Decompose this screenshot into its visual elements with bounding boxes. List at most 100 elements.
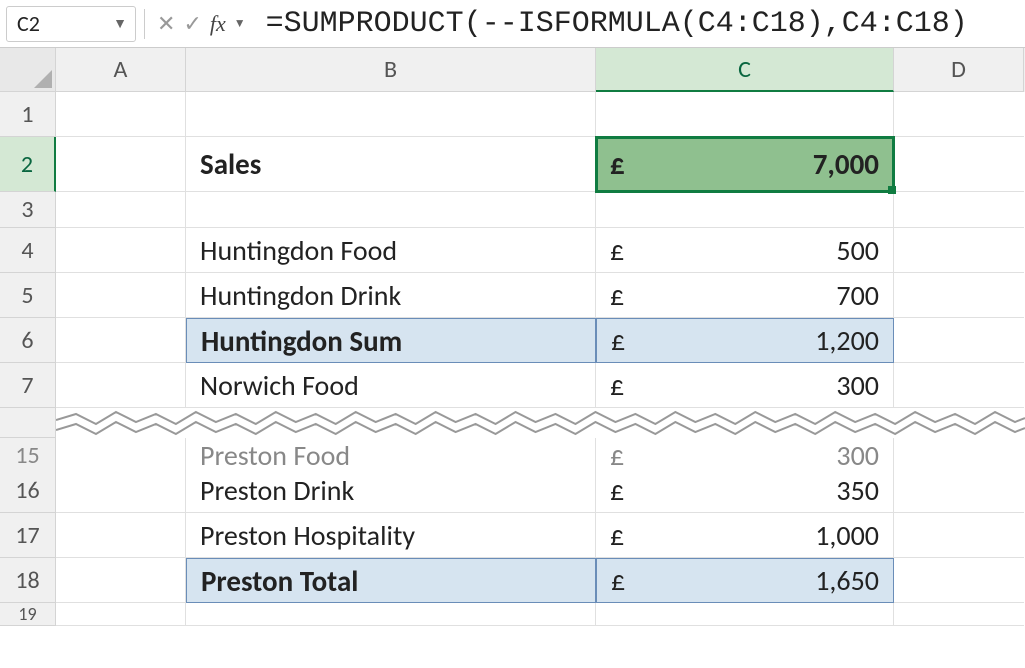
row-header-17[interactable]: 17: [0, 513, 56, 558]
tear-icon: [56, 408, 1025, 438]
row-header-4[interactable]: 4: [0, 228, 56, 273]
cell-c16[interactable]: £ 350: [596, 468, 894, 513]
cell-d3[interactable]: [894, 192, 1024, 228]
table-row: 3: [0, 192, 1025, 228]
spreadsheet-grid: 1 2 Sales £ 7,000 3 4 Huntingdon Food £ …: [0, 92, 1025, 621]
cell-d4[interactable]: [894, 228, 1024, 273]
column-headers: A B C D: [0, 48, 1025, 92]
row-header-7[interactable]: 7: [0, 363, 56, 408]
cell-b7[interactable]: Norwich Food: [186, 363, 596, 408]
cell-b5[interactable]: Huntingdon Drink: [186, 273, 596, 318]
cell-a1[interactable]: [56, 92, 186, 137]
cell-a17[interactable]: [56, 513, 186, 558]
cell-a15[interactable]: [56, 438, 186, 468]
select-all-icon: [34, 70, 52, 88]
name-box[interactable]: C2 ▼: [6, 6, 136, 42]
currency-symbol: £: [610, 146, 625, 182]
cell-a4[interactable]: [56, 228, 186, 273]
cell-b2[interactable]: Sales: [186, 137, 596, 192]
row-header-3[interactable]: 3: [0, 192, 56, 228]
cell-b17[interactable]: Preston Hospitality: [186, 513, 596, 558]
table-row: 19: [0, 603, 1025, 621]
cell-c6[interactable]: £ 1,200: [596, 318, 894, 363]
cell-a19[interactable]: [56, 603, 186, 626]
name-box-value: C2: [17, 10, 40, 37]
cell-d6[interactable]: [894, 318, 1024, 363]
table-row: 5 Huntingdon Drink £ 700: [0, 273, 1025, 318]
cell-value: 7,000: [813, 146, 879, 182]
cell-a18[interactable]: [56, 558, 186, 603]
table-row: 18 Preston Total £ 1,650: [0, 558, 1025, 603]
cell-d16[interactable]: [894, 468, 1024, 513]
formula-input[interactable]: =SUMPRODUCT(--ISFORMULA(C4:C18),C4:C18): [256, 7, 1025, 41]
cell-value: 700: [836, 278, 879, 313]
currency-symbol: £: [610, 278, 624, 313]
row-header-1[interactable]: 1: [0, 92, 56, 137]
cell-d18[interactable]: [894, 558, 1024, 603]
cell-d17[interactable]: [894, 513, 1024, 558]
cell-c15[interactable]: £ 300: [596, 438, 894, 468]
table-row: 17 Preston Hospitality £ 1,000: [0, 513, 1025, 558]
table-row: 15 Preston Food £ 300: [0, 438, 1025, 468]
select-all-cell[interactable]: [0, 48, 56, 92]
cell-a2[interactable]: [56, 137, 186, 192]
torn-edge: [0, 408, 1025, 438]
cell-a3[interactable]: [56, 192, 186, 228]
cell-b1[interactable]: [186, 92, 596, 137]
cell-b6[interactable]: Huntingdon Sum: [186, 318, 596, 363]
row-header-5[interactable]: 5: [0, 273, 56, 318]
cell-d7[interactable]: [894, 363, 1024, 408]
row-header-19[interactable]: 19: [0, 603, 56, 626]
cell-a16[interactable]: [56, 468, 186, 513]
cell-c19[interactable]: [596, 603, 894, 626]
cell-b3[interactable]: [186, 192, 596, 228]
cell-d15[interactable]: [894, 438, 1024, 468]
cell-a5[interactable]: [56, 273, 186, 318]
chevron-down-icon[interactable]: ▼: [234, 16, 246, 31]
currency-symbol: £: [610, 233, 624, 268]
col-header-c[interactable]: C: [596, 48, 894, 92]
cell-value: 300: [836, 438, 879, 468]
row-header-16[interactable]: 16: [0, 468, 56, 513]
confirm-icon[interactable]: ✓: [183, 10, 201, 37]
cell-value: 1,000: [815, 518, 879, 553]
cell-value: 300: [836, 368, 879, 403]
cell-b19[interactable]: [186, 603, 596, 626]
cell-b4[interactable]: Huntingdon Food: [186, 228, 596, 273]
cell-d2[interactable]: [894, 137, 1024, 192]
cell-d5[interactable]: [894, 273, 1024, 318]
separator: [144, 9, 145, 39]
table-row: 16 Preston Drink £ 350: [0, 468, 1025, 513]
cell-c2[interactable]: £ 7,000: [596, 137, 894, 192]
formula-bar-buttons: ✕ ✓ fx ▼: [147, 10, 256, 37]
cell-a7[interactable]: [56, 363, 186, 408]
cell-a6[interactable]: [56, 318, 186, 363]
currency-symbol: £: [610, 518, 624, 553]
row-header-2[interactable]: 2: [0, 137, 56, 192]
col-header-d[interactable]: D: [894, 48, 1024, 92]
cell-b15[interactable]: Preston Food: [186, 438, 596, 468]
col-header-b[interactable]: B: [186, 48, 596, 92]
chevron-down-icon[interactable]: ▼: [113, 15, 127, 32]
currency-symbol: £: [611, 323, 625, 358]
row-header-18[interactable]: 18: [0, 558, 56, 603]
cell-d19[interactable]: [894, 603, 1024, 626]
row-header-6[interactable]: 6: [0, 318, 56, 363]
currency-symbol: £: [610, 368, 624, 403]
cell-c5[interactable]: £ 700: [596, 273, 894, 318]
row-header-blank: [0, 408, 56, 438]
cell-c3[interactable]: [596, 192, 894, 228]
cell-c7[interactable]: £ 300: [596, 363, 894, 408]
cell-c4[interactable]: £ 500: [596, 228, 894, 273]
cancel-icon[interactable]: ✕: [157, 10, 175, 37]
cell-b18[interactable]: Preston Total: [186, 558, 596, 603]
formula-bar: C2 ▼ ✕ ✓ fx ▼ =SUMPRODUCT(--ISFORMULA(C4…: [0, 0, 1025, 48]
fx-icon[interactable]: fx: [210, 11, 226, 37]
cell-b16[interactable]: Preston Drink: [186, 468, 596, 513]
cell-c17[interactable]: £ 1,000: [596, 513, 894, 558]
cell-d1[interactable]: [894, 92, 1024, 137]
cell-c18[interactable]: £ 1,650: [596, 558, 894, 603]
cell-c1[interactable]: [596, 92, 894, 137]
col-header-a[interactable]: A: [56, 48, 186, 92]
row-header-15[interactable]: 15: [0, 438, 56, 468]
